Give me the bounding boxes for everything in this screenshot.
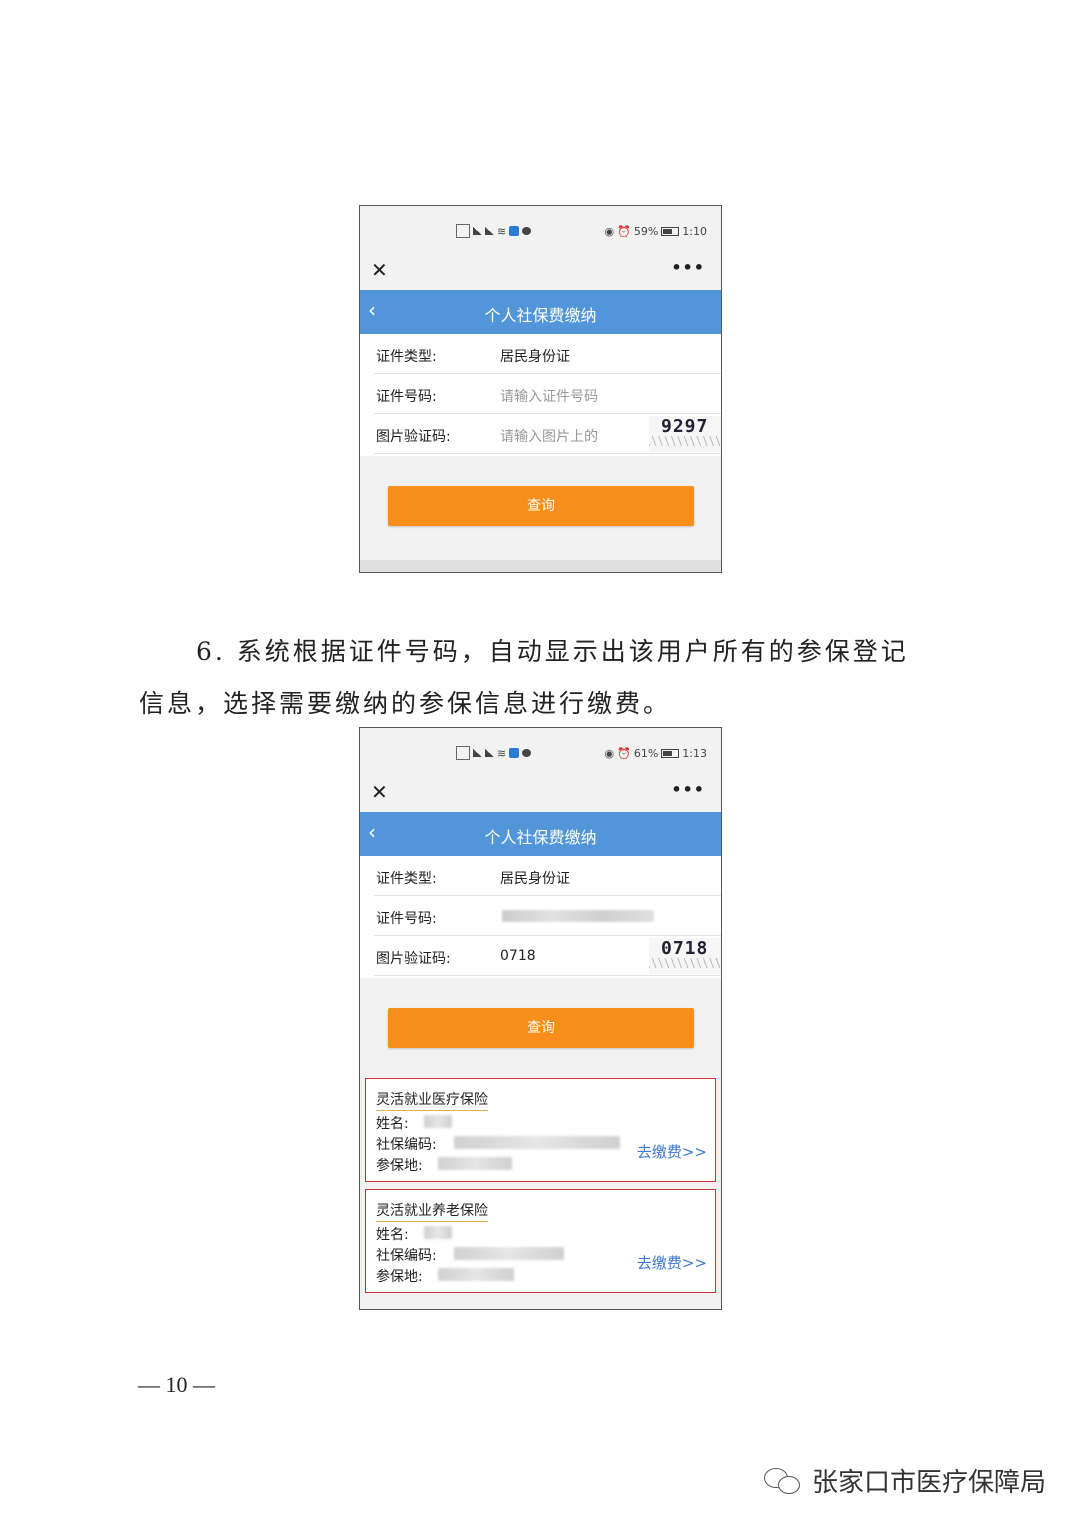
paragraph-line-1: 6. 系统根据证件号码，自动显示出该用户所有的参保登记 xyxy=(196,637,909,666)
captcha-text: 9297 xyxy=(661,416,709,437)
wifi-icon: ≋ xyxy=(497,746,507,760)
field-label: 图片验证码: xyxy=(376,951,451,967)
browser-topbar: ✕ ••• xyxy=(360,258,721,290)
more-icon[interactable]: ••• xyxy=(671,780,705,800)
nav-bar: ‹ 个人社保费缴纳 xyxy=(360,812,721,856)
name-label: 姓名: xyxy=(376,1227,409,1243)
form-row-id-number[interactable]: 证件号码: 请输入证件号码 xyxy=(374,374,721,414)
id-number-input[interactable]: 请输入证件号码 xyxy=(500,386,598,406)
redacted-place xyxy=(438,1268,514,1281)
battery-icon xyxy=(661,749,680,758)
bottom-area xyxy=(360,560,721,572)
message-icon xyxy=(522,227,532,235)
captcha-text: 0718 xyxy=(661,938,709,959)
status-icons-right: ◉ ⏰ 59% 1:10 xyxy=(605,225,707,238)
captcha-input[interactable]: 请输入图片上的 xyxy=(500,426,598,446)
page-number: — 10 — xyxy=(138,1372,215,1397)
wechat-icon xyxy=(763,1466,804,1496)
close-icon[interactable]: ✕ xyxy=(371,258,388,282)
message-icon xyxy=(522,749,532,757)
battery-percent: 59% xyxy=(633,225,659,238)
redacted-code xyxy=(454,1247,564,1260)
pay-link[interactable]: 去缴费>> xyxy=(637,1252,707,1273)
clock: 1:10 xyxy=(682,225,707,238)
watermark-text: 张家口市医疗保障局 xyxy=(811,1468,1046,1498)
more-icon[interactable]: ••• xyxy=(671,258,705,278)
result-card-medical: 灵活就业医疗保险 姓名: 社保编码: 参保地: 去缴费>> xyxy=(365,1078,716,1182)
id-type-select[interactable]: 居民身份证 xyxy=(500,346,570,366)
status-bar: ≋ ◉ ⏰ 61% 1:13 xyxy=(360,728,721,780)
place-label: 参保地: xyxy=(376,1158,423,1174)
redacted-name xyxy=(424,1115,452,1128)
form-row-id-type[interactable]: 证件类型: 居民身份证 xyxy=(374,334,721,374)
signal-icon xyxy=(485,749,494,757)
field-label: 证件号码: xyxy=(376,911,437,927)
status-icons-left: ≋ xyxy=(456,224,532,238)
code-label: 社保编码: xyxy=(376,1248,437,1264)
name-label: 姓名: xyxy=(376,1116,409,1132)
redacted-name xyxy=(424,1226,452,1239)
status-icons-left: ≋ xyxy=(456,746,532,760)
form-row-captcha[interactable]: 图片验证码: 请输入图片上的 9297 xyxy=(374,414,721,454)
close-icon[interactable]: ✕ xyxy=(371,780,388,804)
result-title: 灵活就业医疗保险 xyxy=(376,1089,488,1111)
redacted-place xyxy=(438,1157,512,1170)
form-row-captcha[interactable]: 图片验证码: 0718 0718 xyxy=(374,936,721,976)
phone-screenshot-2: ≋ ◉ ⏰ 61% 1:13 ✕ ••• ‹ 个人社保费缴纳 证件类型: 居民身… xyxy=(359,727,722,1310)
app-notification-icon xyxy=(509,748,520,758)
phone-screenshot-1: ≋ ◉ ⏰ 59% 1:10 ✕ ••• ‹ 个人社保费缴纳 证件类型: 居民身… xyxy=(359,205,722,573)
page-title: 个人社保费缴纳 xyxy=(484,306,597,325)
field-label: 证件类型: xyxy=(376,871,437,887)
wifi-icon: ≋ xyxy=(497,224,507,238)
result-card-pension: 灵活就业养老保险 姓名: 社保编码: 参保地: 去缴费>> xyxy=(365,1189,716,1293)
field-label: 证件类型: xyxy=(376,349,437,365)
browser-topbar: ✕ ••• xyxy=(360,780,721,812)
clock: 1:13 xyxy=(682,747,707,760)
form-row-id-number[interactable]: 证件号码: xyxy=(374,896,721,936)
alarm-icon: ⏰ xyxy=(617,747,631,760)
eye-icon: ◉ xyxy=(604,225,615,238)
status-icons-right: ◉ ⏰ 61% 1:13 xyxy=(605,747,707,760)
code-label: 社保编码: xyxy=(376,1137,437,1153)
watermark: 张家口市医疗保障局 xyxy=(763,1462,1046,1499)
query-button[interactable]: 查询 xyxy=(388,1008,694,1048)
hd-icon xyxy=(456,224,470,238)
battery-percent: 61% xyxy=(633,747,659,760)
captcha-noise xyxy=(649,436,721,446)
redacted-id-number[interactable] xyxy=(502,910,654,922)
signal-icon xyxy=(473,749,482,757)
redacted-code xyxy=(454,1136,620,1149)
field-label: 证件号码: xyxy=(376,389,437,405)
signal-icon xyxy=(473,227,482,235)
query-form: 证件类型: 居民身份证 证件号码: 请输入证件号码 图片验证码: 请输入图片上的… xyxy=(360,334,721,456)
battery-icon xyxy=(661,227,680,236)
captcha-image[interactable]: 0718 xyxy=(649,938,721,974)
paragraph-line-2: 信息，选择需要缴纳的参保信息进行缴费。 xyxy=(139,689,672,718)
status-bar: ≋ ◉ ⏰ 59% 1:10 xyxy=(360,206,721,258)
captcha-input[interactable]: 0718 xyxy=(500,948,536,964)
pay-link[interactable]: 去缴费>> xyxy=(637,1141,707,1162)
signal-icon xyxy=(485,227,494,235)
alarm-icon: ⏰ xyxy=(617,225,631,238)
nav-bar: ‹ 个人社保费缴纳 xyxy=(360,290,721,334)
app-notification-icon xyxy=(509,226,520,236)
id-type-select[interactable]: 居民身份证 xyxy=(500,868,570,888)
result-title: 灵活就业养老保险 xyxy=(376,1200,488,1222)
place-label: 参保地: xyxy=(376,1269,423,1285)
field-label: 图片验证码: xyxy=(376,429,451,445)
captcha-image[interactable]: 9297 xyxy=(649,416,721,452)
eye-icon: ◉ xyxy=(604,747,615,760)
query-button[interactable]: 查询 xyxy=(388,486,694,526)
hd-icon xyxy=(456,746,470,760)
form-row-id-type[interactable]: 证件类型: 居民身份证 xyxy=(374,856,721,896)
query-form: 证件类型: 居民身份证 证件号码: 图片验证码: 0718 0718 xyxy=(360,856,721,978)
captcha-noise xyxy=(649,958,721,968)
page-title: 个人社保费缴纳 xyxy=(484,828,597,847)
